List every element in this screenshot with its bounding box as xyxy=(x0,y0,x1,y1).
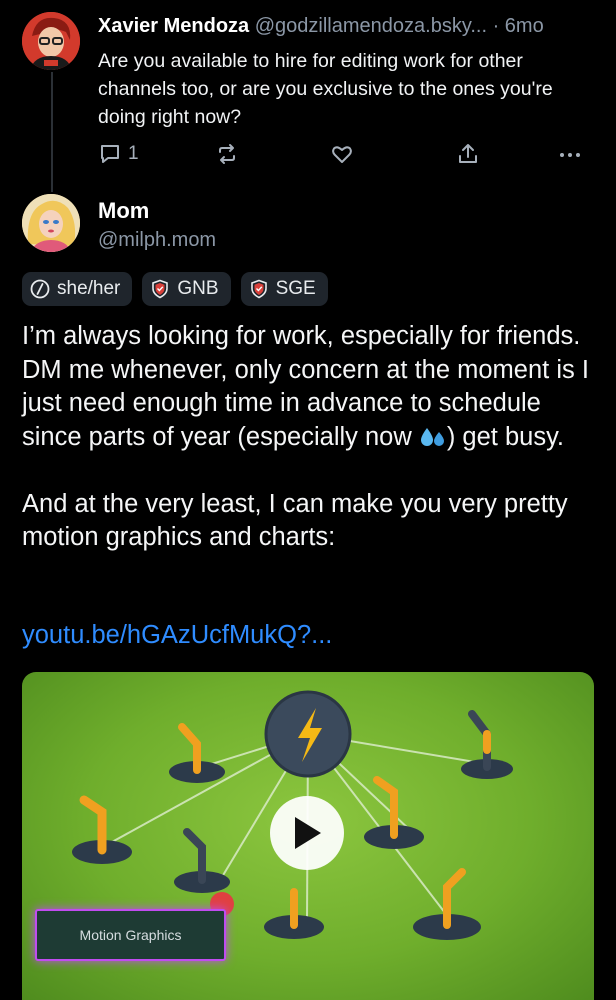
badge-label: GNB xyxy=(177,278,219,299)
badge-pronouns[interactable]: she/her xyxy=(22,272,133,306)
video-overlay-label: Motion Graphics xyxy=(35,909,226,961)
post-author-handle[interactable]: @milph.mom xyxy=(98,229,216,252)
reply-author-handle[interactable]: @godzillamendoza.bsky... xyxy=(255,15,487,37)
profile-badges: she/her GNB SGE xyxy=(22,272,328,306)
reply-header: Xavier Mendoza @godzillamendoza.bsky... … xyxy=(98,15,598,38)
like-button[interactable] xyxy=(330,141,354,167)
post-author-name[interactable]: Mom xyxy=(98,198,149,224)
post-link[interactable]: youtu.be/hGAzUcfMukQ?... xyxy=(22,621,332,650)
play-icon xyxy=(295,817,321,849)
reply-icon xyxy=(101,145,119,163)
more-icon xyxy=(560,153,580,157)
post-author-avatar[interactable] xyxy=(22,194,80,252)
badge-label: SGE xyxy=(275,278,316,299)
thread-line xyxy=(51,72,53,192)
reply-actions: 1 xyxy=(98,141,598,167)
sweat-droplets-emoji xyxy=(420,427,444,446)
reply-author-name[interactable]: Xavier Mendoza xyxy=(98,15,249,37)
more-options-button[interactable] xyxy=(558,141,582,167)
play-button[interactable] xyxy=(270,796,344,870)
reply-author-avatar[interactable] xyxy=(22,12,80,70)
reply-text: Are you available to hire for editing wo… xyxy=(98,50,553,128)
reply-timestamp[interactable]: · 6mo xyxy=(493,15,544,37)
share-icon xyxy=(459,144,477,163)
post-text-part: ) get busy. xyxy=(446,422,565,451)
like-icon xyxy=(332,146,352,163)
reply-button[interactable]: 1 xyxy=(98,141,139,167)
post-text: I’m always looking for work, especially … xyxy=(22,320,597,555)
badge-label: she/her xyxy=(57,278,121,299)
reply-count: 1 xyxy=(128,143,139,164)
share-button[interactable] xyxy=(456,141,480,167)
pronoun-icon xyxy=(30,279,50,299)
post-paragraph: I’m always looking for work, especially … xyxy=(22,320,597,454)
badge-sge[interactable]: SGE xyxy=(240,272,328,306)
post-paragraph: And at the very least, I can make you ve… xyxy=(22,489,568,552)
shield-icon xyxy=(152,279,169,299)
shield-icon xyxy=(250,279,267,299)
video-embed[interactable]: Motion Graphics xyxy=(22,672,594,1000)
badge-gnb[interactable]: GNB xyxy=(142,272,231,306)
repost-icon xyxy=(219,144,235,164)
repost-button[interactable] xyxy=(215,141,239,167)
